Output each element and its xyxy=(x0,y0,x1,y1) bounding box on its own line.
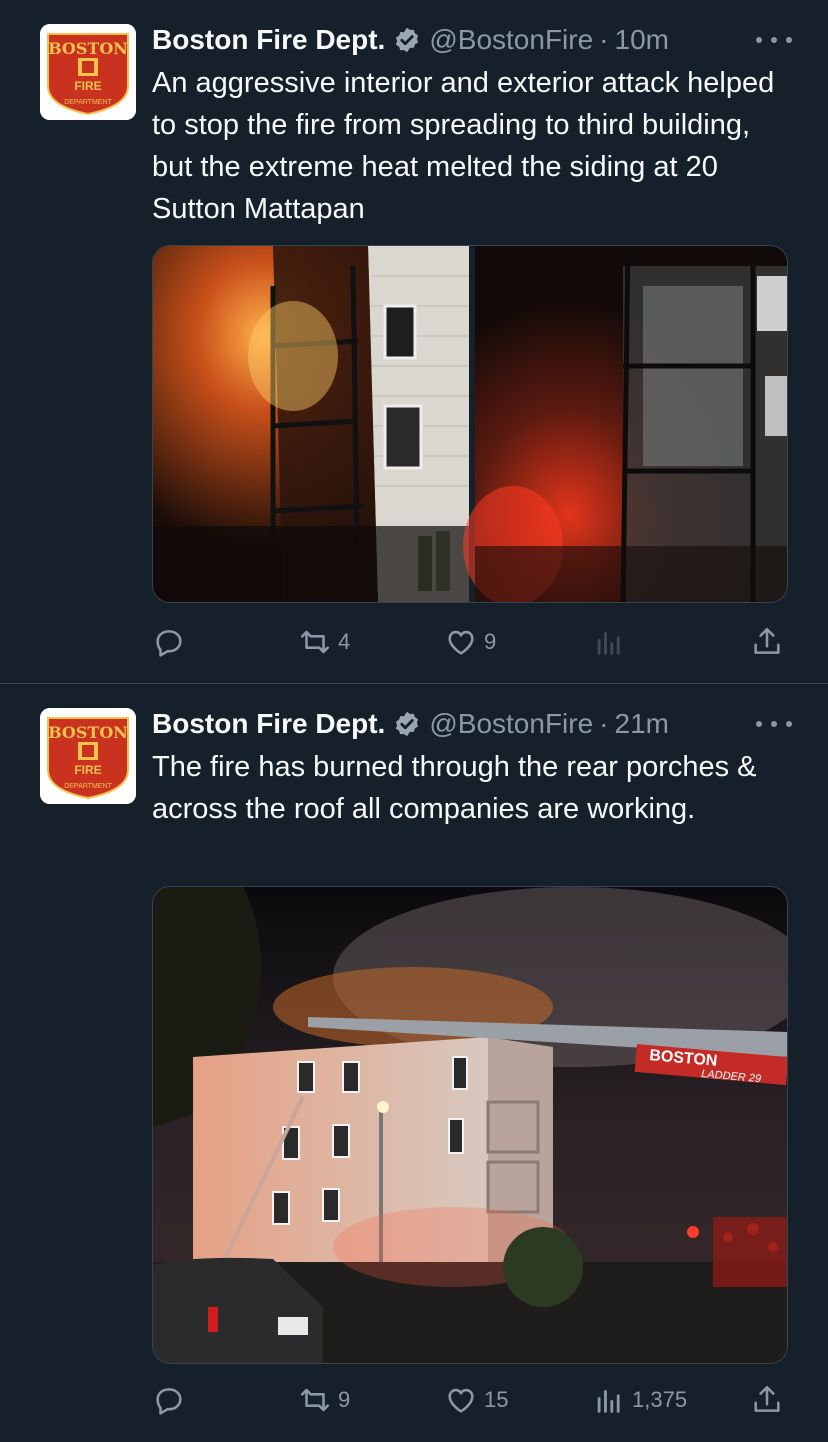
avatar[interactable]: BOSTON FIRE DEPARTMENT xyxy=(40,24,136,120)
author-name[interactable]: Boston Fire Dept. xyxy=(152,24,385,56)
reply-button[interactable] xyxy=(152,1380,192,1420)
tweet-media[interactable] xyxy=(152,245,788,603)
like-button[interactable]: 9 xyxy=(444,622,496,662)
svg-text:BOSTON: BOSTON xyxy=(48,723,128,742)
retweet-icon xyxy=(300,630,330,654)
tweet[interactable]: BOSTON FIRE DEPARTMENT Boston Fire Dept.… xyxy=(0,0,828,684)
verified-badge-icon xyxy=(396,711,419,737)
like-icon xyxy=(448,630,474,655)
tweet-text: An aggressive interior and exterior atta… xyxy=(152,67,775,225)
like-icon xyxy=(448,1388,474,1413)
svg-text:FIRE: FIRE xyxy=(74,79,101,93)
retweet-button[interactable]: 9 xyxy=(298,1380,350,1420)
views-icon xyxy=(597,632,620,655)
reply-button[interactable] xyxy=(152,622,192,662)
views-button[interactable]: 1,375 xyxy=(592,1380,687,1420)
tweet-actions: 4 9 xyxy=(152,622,788,662)
views-count: 1,375 xyxy=(632,1387,688,1412)
retweet-icon xyxy=(300,1388,330,1412)
author-handle[interactable]: @BostonFire xyxy=(429,708,593,740)
reply-icon xyxy=(156,630,182,657)
tweet-header: Boston Fire Dept. @BostonFire · 10m xyxy=(152,22,669,58)
svg-text:DEPARTMENT: DEPARTMENT xyxy=(64,99,112,106)
fire-photo-2[interactable] xyxy=(463,246,788,603)
reply-icon xyxy=(156,1388,182,1415)
svg-text:BOSTON: BOSTON xyxy=(48,39,128,58)
svg-text:DEPARTMENT: DEPARTMENT xyxy=(64,783,112,790)
like-count: 15 xyxy=(484,1387,509,1412)
retweet-count: 9 xyxy=(338,1387,351,1412)
retweet-button[interactable]: 4 xyxy=(298,622,350,662)
fire-photo-3[interactable]: BOSTON LADDER 29 xyxy=(153,887,788,1364)
tweet[interactable]: BOSTON FIRE DEPARTMENT Boston Fire Dept.… xyxy=(0,684,828,1442)
timestamp[interactable]: 21m xyxy=(615,708,669,740)
tweet-actions: 9 15 1,375 xyxy=(152,1380,788,1420)
separator: · xyxy=(599,24,609,55)
verified-badge-icon xyxy=(396,27,419,53)
share-icon xyxy=(754,627,780,654)
more-icon[interactable] xyxy=(756,26,792,54)
avatar[interactable]: BOSTON FIRE DEPARTMENT xyxy=(40,708,136,804)
author-name[interactable]: Boston Fire Dept. xyxy=(152,708,385,740)
like-count: 9 xyxy=(484,629,497,654)
more-icon[interactable] xyxy=(756,710,792,738)
views-icon xyxy=(597,1390,620,1413)
share-button[interactable] xyxy=(750,1380,784,1420)
separator: · xyxy=(599,708,609,739)
author-handle[interactable]: @BostonFire xyxy=(429,24,593,56)
share-icon xyxy=(754,1385,780,1412)
like-button[interactable]: 15 xyxy=(444,1380,508,1420)
fire-photo-1[interactable] xyxy=(153,246,469,603)
svg-text:FIRE: FIRE xyxy=(74,763,101,777)
views-button[interactable] xyxy=(592,622,632,662)
tweet-text: The fire has burned through the rear por… xyxy=(152,751,757,825)
timestamp[interactable]: 10m xyxy=(615,24,669,56)
share-button[interactable] xyxy=(750,622,784,662)
tweet-header: Boston Fire Dept. @BostonFire · 21m xyxy=(152,706,669,742)
retweet-count: 4 xyxy=(338,629,351,654)
tweet-media[interactable]: BOSTON LADDER 29 xyxy=(152,886,788,1364)
